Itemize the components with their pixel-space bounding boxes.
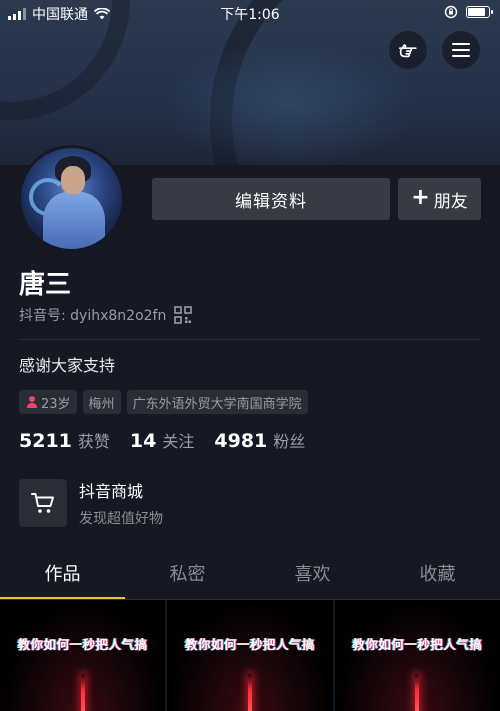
profile-bio: 感谢大家支持	[19, 356, 116, 375]
divider	[19, 339, 481, 340]
menu-icon	[452, 43, 470, 57]
hand-point-button[interactable]	[389, 31, 427, 69]
avatar-art	[43, 192, 105, 249]
hand-point-icon	[398, 44, 417, 58]
menu-button[interactable]	[442, 31, 480, 69]
banner-glow	[160, 40, 420, 165]
avatar-art	[61, 166, 85, 194]
tag-location: 梅州	[82, 390, 121, 414]
tab-private[interactable]: 私密	[125, 556, 250, 600]
status-bar: 中国联通 下午1:06	[0, 0, 500, 26]
tab-favorites[interactable]: 收藏	[375, 556, 500, 600]
shop-title: 抖音商城	[79, 482, 144, 501]
plus-icon: +	[411, 185, 430, 210]
shop-icon-box	[19, 479, 67, 527]
profile-name: 唐三	[19, 270, 72, 300]
stat-likes: 5211 获赞	[19, 428, 110, 452]
video-light-beam	[415, 674, 420, 711]
video-caption: 教你如何一秒把人气搞	[17, 637, 148, 652]
shop-entry[interactable]: 抖音商城 发现超值好物	[19, 478, 163, 528]
tab-likes[interactable]: 喜欢	[250, 556, 375, 600]
shop-subtitle: 发现超值好物	[79, 511, 163, 527]
edit-profile-button[interactable]: 编辑资料	[152, 178, 390, 220]
douyin-id: 抖音号: dyihx8n2o2fn	[19, 305, 193, 325]
orientation-lock-icon	[444, 5, 458, 19]
tag-school: 广东外语外贸大学南国商学院	[126, 390, 308, 414]
video-caption: 教你如何一秒把人气搞	[352, 637, 483, 652]
battery-icon	[466, 6, 493, 18]
profile-tabs: 作品 私密 喜欢 收藏	[0, 556, 500, 600]
followers-label: 粉丝	[273, 432, 306, 451]
profile-stats: 5211 获赞 14 关注 4981 粉丝	[19, 428, 305, 452]
following-label: 关注	[162, 432, 195, 451]
video-thumbnail[interactable]: 教你如何一秒把人气搞	[0, 600, 166, 711]
status-right	[444, 5, 493, 19]
video-light-beam	[247, 674, 252, 711]
followers-count: 4981	[214, 430, 268, 452]
likes-label: 获赞	[77, 432, 110, 451]
stat-followers[interactable]: 4981 粉丝	[214, 428, 305, 452]
following-count: 14	[129, 430, 157, 452]
douyin-id-text: 抖音号: dyihx8n2o2fn	[19, 308, 167, 324]
video-thumbnail[interactable]: 教你如何一秒把人气搞	[167, 600, 333, 711]
status-time: 下午1:06	[220, 7, 280, 23]
tag-school-text: 广东外语外贸大学南国商学院	[132, 396, 302, 412]
add-friend-button[interactable]: + 朋友	[398, 178, 481, 220]
tab-works[interactable]: 作品	[0, 556, 125, 600]
add-friend-label: 朋友	[433, 191, 468, 212]
female-icon	[27, 396, 37, 408]
stat-following[interactable]: 14 关注	[130, 428, 194, 452]
video-thumbnail[interactable]: 教你如何一秒把人气搞	[334, 600, 500, 711]
edit-profile-label: 编辑资料	[235, 191, 307, 212]
shop-text: 抖音商城 发现超值好物	[79, 478, 163, 528]
video-light-beam	[80, 674, 85, 711]
avatar[interactable]	[18, 145, 125, 252]
qr-code-icon[interactable]	[174, 306, 193, 324]
tag-age-text: 23岁	[41, 396, 71, 412]
shopping-cart-icon	[31, 493, 54, 513]
video-caption: 教你如何一秒把人气搞	[184, 637, 315, 652]
likes-count: 5211	[19, 430, 72, 452]
tag-age: 23岁	[19, 390, 77, 414]
profile-tags: 23岁 梅州 广东外语外贸大学南国商学院	[19, 390, 308, 414]
tag-location-text: 梅州	[88, 396, 115, 412]
video-grid: 教你如何一秒把人气搞 教你如何一秒把人气搞 教你如何一秒把人气搞	[0, 600, 500, 711]
